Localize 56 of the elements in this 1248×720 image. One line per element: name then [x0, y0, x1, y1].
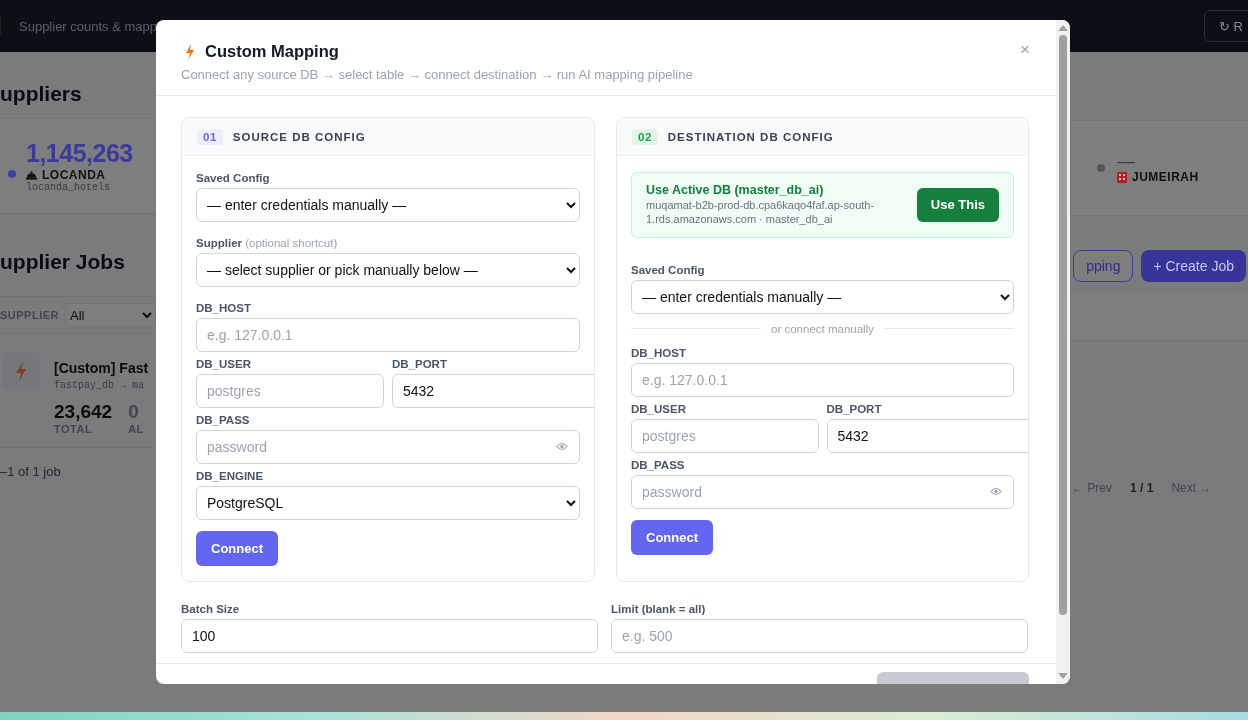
field-label: DB_PASS	[196, 414, 251, 426]
field-label: Saved Config	[631, 263, 706, 276]
connect-button[interactable]: Connect	[631, 519, 713, 555]
step-number: 02	[632, 128, 658, 145]
field-label: DB_USER	[631, 402, 687, 415]
stat-value: 1,145,263	[26, 139, 133, 168]
total-count: 23,642	[54, 401, 113, 423]
banner-title: Use Active DB (master_db_ai)	[646, 183, 825, 197]
use-this-button[interactable]: Use This	[916, 187, 999, 222]
card-title: SOURCE DB CONFIG	[232, 130, 366, 143]
card-title: DESTINATION DB CONFIG	[667, 130, 834, 143]
port-input[interactable]: 5432	[826, 418, 1028, 453]
field-label: DB_USER	[196, 358, 252, 370]
supplier-code: locanda_hotels	[26, 182, 111, 193]
user-input[interactable]: postgres	[196, 374, 384, 408]
supplier-name: LOCANDA	[42, 168, 106, 182]
field-label: DB_HOST	[196, 302, 252, 314]
create-job-button[interactable]: + Create Job	[1141, 250, 1246, 282]
section-heading: uppliers	[0, 82, 83, 106]
config-select[interactable]: — enter credentials manually —	[196, 188, 580, 222]
field-label: DB_PORT	[392, 358, 448, 370]
host-input[interactable]: e.g. 127.0.0.1	[196, 318, 580, 352]
field-label: Limit (blank = all)	[611, 603, 707, 615]
modal-subtitle: Connect any source DB → select table → connect destination → run AI mapping pipeline	[181, 67, 694, 82]
config-select[interactable]: — select supplier or pick manually below —	[196, 253, 580, 287]
field-label: Batch Size	[181, 603, 241, 615]
port-input[interactable]: 5432	[392, 374, 594, 408]
refresh-button[interactable]: ↻ R	[1204, 10, 1248, 42]
password-input[interactable]: password	[631, 474, 1014, 509]
banner-detail: muqamat-b2b-prod-db.cpa6kaqo4faf.ap-south-1.rds.amazonaws.com · master_db_ai	[646, 199, 876, 227]
job-title: [Custom] Fast	[54, 360, 149, 376]
pagination-summary: –1 of 1 job	[0, 464, 62, 479]
option-input[interactable]: e.g. 500	[611, 619, 1028, 653]
field-label: Saved Config	[196, 172, 271, 184]
option-input[interactable]: 100	[181, 619, 598, 653]
divider-text: or connect manually	[771, 322, 874, 335]
modal-title: Custom Mapping	[205, 42, 340, 61]
user-input[interactable]: postgres	[631, 418, 819, 453]
config-select[interactable]: PostgreSQL	[196, 486, 580, 520]
stat-value: —	[1117, 152, 1136, 170]
step-number: 01	[197, 128, 223, 145]
field-label: DB_PASS	[631, 458, 686, 471]
field-label: DB_PORT	[826, 402, 883, 415]
host-input[interactable]: e.g. 127.0.0.1	[631, 362, 1014, 397]
field-label: DB_HOST	[631, 346, 687, 359]
page-indicator: 1 / 1	[1130, 481, 1154, 495]
page-subtitle: Supplier counts & mapp	[19, 19, 158, 34]
job-path: fastpay_db → ma	[54, 380, 145, 391]
config-select[interactable]: — enter credentials manually —	[631, 279, 1014, 314]
supplier-filter-select[interactable]: All	[65, 303, 156, 327]
connect-button[interactable]: Connect	[196, 531, 278, 566]
password-input[interactable]: password	[196, 430, 580, 464]
field-label: Supplier (optional shortcut)	[196, 237, 339, 249]
section-heading: upplier Jobs	[0, 250, 126, 274]
field-label: DB_ENGINE	[196, 470, 265, 482]
supplier-name: JUMEIRAH	[1132, 170, 1199, 184]
